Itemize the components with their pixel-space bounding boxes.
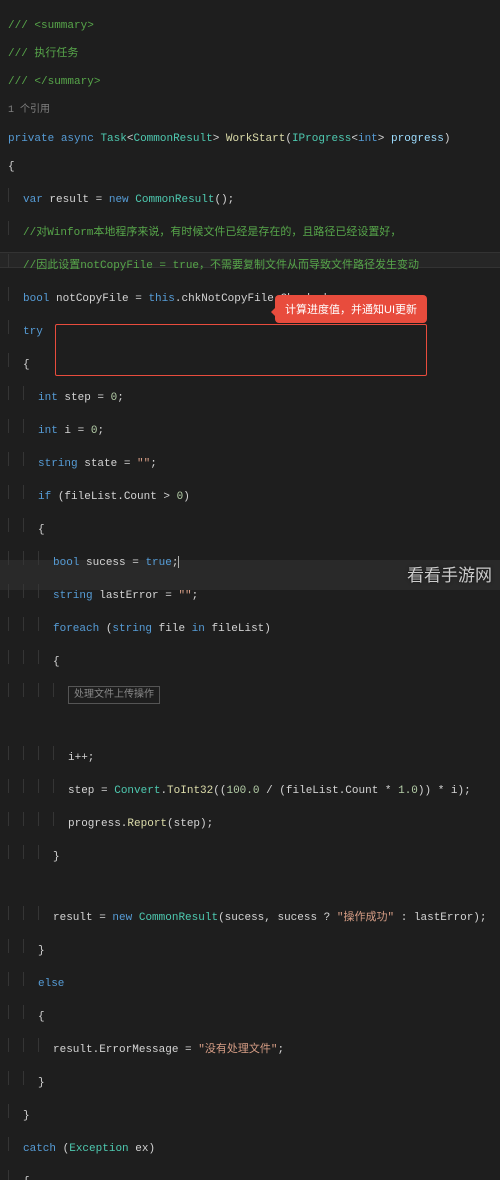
- code-editor[interactable]: /// <summary> /// 执行任务 /// </summary> 1 …: [0, 0, 500, 1180]
- catch-keyword: catch: [23, 1143, 56, 1155]
- brace: {: [8, 161, 15, 173]
- watermark-text: 看看手游网: [407, 561, 492, 586]
- xml-doc: /// </summary>: [8, 76, 100, 88]
- text-cursor: [178, 556, 179, 568]
- method-signature: private async Task<CommonResult> WorkSta…: [8, 132, 495, 146]
- reference-count[interactable]: 1 个引用: [8, 105, 50, 116]
- code-comment: //对Winform本地程序来说，有时候文件已经是存在的，且路径已经设置好，: [23, 227, 401, 239]
- annotation-callout: 计算进度值，并通知UI更新: [275, 295, 427, 323]
- code-comment: //因此设置notCopyFile = true，不需要复制文件从而导致文件路径…: [23, 260, 419, 272]
- try-keyword: try: [23, 326, 43, 338]
- xml-doc: /// <summary>: [8, 20, 94, 32]
- collapsed-region[interactable]: 处理文件上传操作: [68, 686, 160, 704]
- else-keyword: else: [38, 978, 64, 990]
- xml-doc-text: /// 执行任务: [8, 48, 78, 60]
- callout-text: 计算进度值，并通知UI更新: [285, 304, 417, 316]
